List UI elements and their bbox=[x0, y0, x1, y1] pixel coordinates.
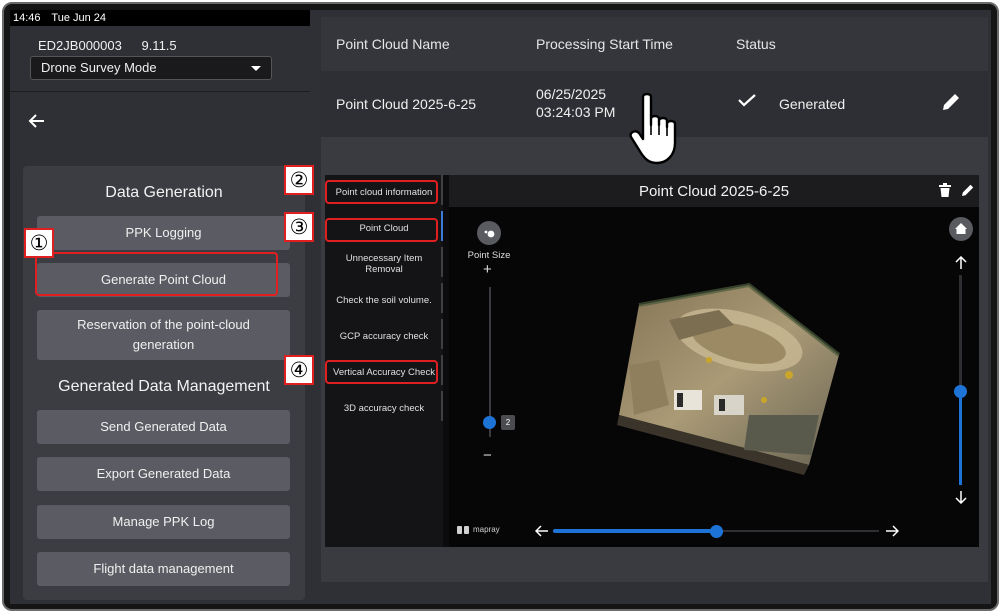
point-size-label: Point Size bbox=[467, 250, 511, 261]
tab-active-indicator bbox=[441, 211, 443, 241]
status-bar: 14:46 Tue Jun 24 bbox=[10, 10, 310, 26]
reservation-button[interactable]: Reservation of the point-cloud generatio… bbox=[37, 310, 290, 360]
point-size-value: 2 bbox=[501, 415, 515, 430]
vertical-slider-fill bbox=[959, 390, 962, 485]
point-size-icon[interactable] bbox=[477, 221, 501, 245]
mode-select-value: Drone Survey Mode bbox=[41, 60, 157, 75]
header-start-time: Processing Start Time bbox=[536, 36, 673, 52]
screen: 14:46 Tue Jun 24 ED2JB000003 9.11.5 Dron… bbox=[10, 10, 991, 604]
export-generated-data-button[interactable]: Export Generated Data bbox=[37, 457, 290, 491]
header-status: Status bbox=[736, 36, 776, 52]
callout-badge-1: ① bbox=[24, 228, 54, 258]
tab-divider bbox=[441, 319, 443, 349]
pencil-icon[interactable] bbox=[961, 183, 975, 197]
point-size-decrease-button[interactable]: − bbox=[483, 447, 492, 464]
arrow-up-icon[interactable] bbox=[954, 256, 968, 270]
tab-divider bbox=[441, 247, 443, 277]
mapray-logo-text: mapray bbox=[473, 525, 500, 534]
arrow-left-icon[interactable] bbox=[535, 524, 549, 538]
highlight-generate-point-cloud bbox=[35, 252, 278, 296]
callout-badge-4: ④ bbox=[284, 355, 314, 385]
right-panel: Point Cloud Name Processing Start Time S… bbox=[321, 17, 988, 582]
send-generated-data-button[interactable]: Send Generated Data bbox=[37, 410, 290, 444]
data-management-title: Generated Data Management bbox=[58, 378, 270, 395]
viewer-header: Point Cloud 2025-6-25 bbox=[449, 175, 979, 207]
pencil-icon[interactable] bbox=[941, 92, 961, 112]
viewer-canvas[interactable]: Point Size + 2 − mapray bbox=[449, 207, 979, 547]
manage-ppk-log-button[interactable]: Manage PPK Log bbox=[37, 505, 290, 539]
hand-pointer-icon bbox=[629, 92, 677, 165]
device-id: ED2JB000003 bbox=[38, 38, 122, 53]
mode-select[interactable]: Drone Survey Mode bbox=[30, 56, 272, 80]
divider bbox=[10, 91, 310, 92]
tab-divider bbox=[441, 175, 443, 205]
chevron-down-icon bbox=[251, 66, 261, 71]
vertical-slider-thumb[interactable] bbox=[954, 384, 967, 398]
highlight-point-cloud-information bbox=[325, 180, 438, 204]
viewer-title: Point Cloud 2025-6-25 bbox=[638, 183, 790, 200]
point-size-slider-track[interactable] bbox=[489, 287, 491, 437]
tab-divider bbox=[441, 283, 443, 313]
point-cloud-render[interactable] bbox=[599, 265, 849, 485]
row-date: 06/25/2025 bbox=[536, 86, 607, 102]
data-generation-title: Data Generation bbox=[105, 184, 223, 201]
mapray-logo-icon bbox=[457, 525, 469, 534]
tab-divider bbox=[441, 355, 443, 385]
point-size-slider-thumb[interactable] bbox=[483, 416, 496, 429]
highlight-point-cloud-tab bbox=[325, 218, 438, 242]
horizontal-slider-thumb[interactable] bbox=[710, 525, 723, 538]
trash-icon[interactable] bbox=[939, 183, 951, 197]
device-version: 9.11.5 bbox=[141, 38, 177, 53]
menu-card: Data Generation PPK Logging Generate Poi… bbox=[23, 166, 305, 600]
home-icon[interactable] bbox=[949, 217, 973, 241]
highlight-vertical-accuracy-check bbox=[325, 360, 438, 384]
callout-badge-2: ② bbox=[284, 165, 314, 195]
mapray-logo: mapray bbox=[457, 525, 500, 534]
flight-data-management-button[interactable]: Flight data management bbox=[37, 552, 290, 586]
check-icon bbox=[738, 94, 756, 107]
tab-unnecessary-item-removal[interactable]: Unnecessary Item Removal bbox=[325, 253, 443, 275]
row-time: 03:24:03 PM bbox=[536, 104, 616, 120]
table-header: Point Cloud Name Processing Start Time S… bbox=[321, 17, 988, 71]
horizontal-slider-fill bbox=[553, 529, 716, 533]
left-panel: ED2JB000003 9.11.5 Drone Survey Mode Dat… bbox=[10, 26, 310, 604]
tab-divider bbox=[441, 391, 443, 421]
callout-badge-3: ③ bbox=[284, 212, 314, 242]
status-date: Tue Jun 24 bbox=[51, 12, 107, 24]
back-arrow-icon[interactable] bbox=[28, 112, 46, 130]
row-name: Point Cloud 2025-6-25 bbox=[336, 96, 477, 112]
device-frame: 14:46 Tue Jun 24 ED2JB000003 9.11.5 Dron… bbox=[2, 2, 999, 611]
point-size-increase-button[interactable]: + bbox=[483, 261, 492, 278]
arrow-down-icon[interactable] bbox=[954, 490, 968, 504]
tab-check-soil-volume[interactable]: Check the soil volume. bbox=[325, 295, 443, 306]
tab-gcp-accuracy-check[interactable]: GCP accuracy check bbox=[325, 331, 443, 342]
device-info: ED2JB000003 9.11.5 bbox=[38, 38, 193, 53]
tab-3d-accuracy-check[interactable]: 3D accuracy check bbox=[325, 403, 443, 414]
header-name: Point Cloud Name bbox=[336, 36, 450, 52]
arrow-right-icon[interactable] bbox=[885, 524, 899, 538]
status-time: 14:46 bbox=[13, 12, 41, 24]
row-status: Generated bbox=[779, 96, 846, 112]
ppk-logging-button[interactable]: PPK Logging bbox=[37, 216, 290, 250]
